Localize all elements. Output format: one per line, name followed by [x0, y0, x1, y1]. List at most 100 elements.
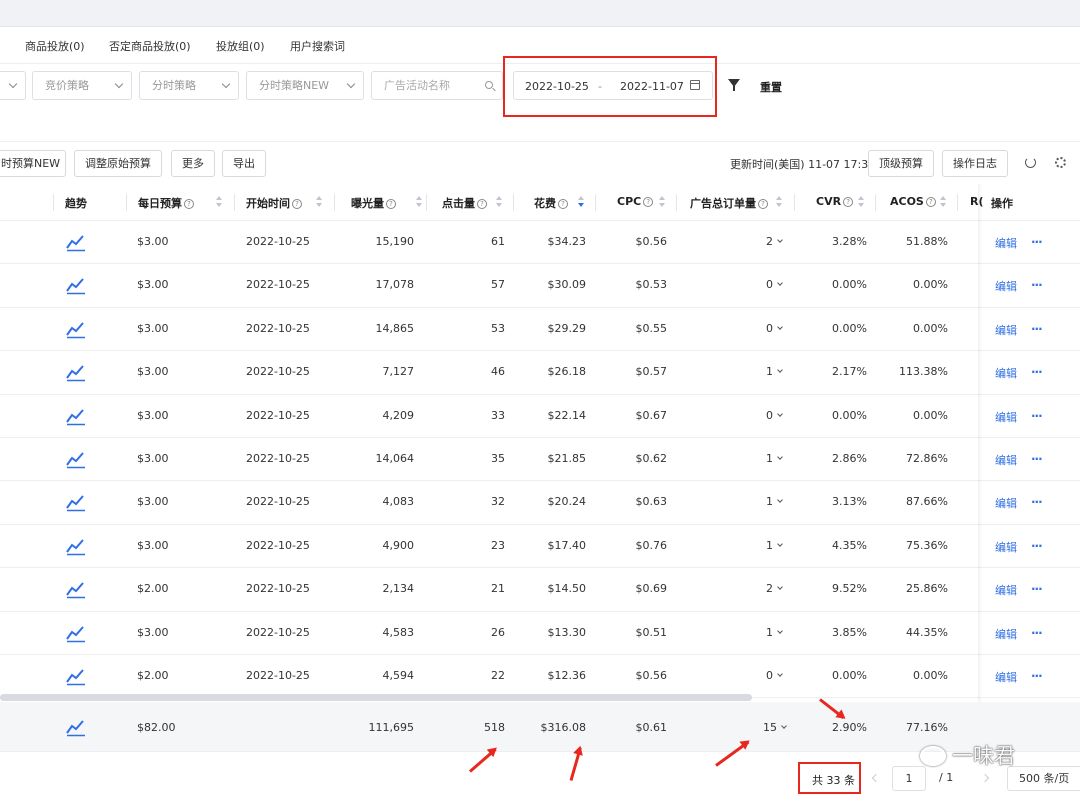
cell-orders[interactable]: 2 — [740, 235, 783, 248]
more-button[interactable]: 更多 — [171, 150, 215, 177]
edit-link[interactable]: 编辑 — [995, 669, 1017, 685]
trend-chart-icon[interactable] — [66, 579, 86, 599]
adjust-budget-button[interactable]: 调整原始预算 — [74, 150, 162, 177]
summary-orders[interactable]: 15 — [740, 721, 787, 734]
col-daily-budget[interactable]: 每日预算? — [138, 195, 194, 211]
edit-link[interactable]: 编辑 — [995, 582, 1017, 598]
export-button[interactable]: 导出 — [222, 150, 266, 177]
trend-chart-icon[interactable] — [66, 232, 86, 252]
trend-chart-icon[interactable] — [66, 536, 86, 556]
cell-orders[interactable]: 0 — [740, 278, 783, 291]
col-cvr[interactable]: CVR? — [816, 195, 854, 208]
col-total-orders[interactable]: 广告总订单量? — [690, 195, 768, 211]
tab-negative-product-targeting[interactable]: 否定商品投放(0) — [109, 38, 191, 54]
help-icon[interactable]: ? — [643, 197, 654, 207]
trend-chart-icon[interactable] — [66, 717, 86, 737]
help-icon[interactable]: ? — [558, 199, 568, 209]
help-icon[interactable]: ? — [386, 199, 396, 209]
more-actions-icon[interactable]: ··· — [1031, 452, 1043, 466]
help-icon[interactable]: ? — [843, 197, 854, 207]
cell-orders[interactable]: 1 — [740, 539, 783, 552]
sort-icon[interactable] — [776, 196, 783, 210]
edit-link[interactable]: 编辑 — [995, 365, 1017, 381]
help-icon[interactable]: ? — [477, 199, 487, 209]
tab-product-targeting[interactable]: 商品投放(0) — [25, 38, 85, 54]
trend-chart-icon[interactable] — [66, 492, 86, 512]
help-icon[interactable]: ? — [925, 197, 936, 207]
reset-button[interactable]: 重置 — [760, 79, 782, 95]
cell-orders[interactable]: 0 — [740, 669, 783, 682]
more-actions-icon[interactable]: ··· — [1031, 582, 1043, 596]
sort-icon[interactable] — [659, 196, 666, 210]
next-page-icon[interactable] — [980, 773, 990, 783]
cell-orders[interactable]: 1 — [740, 495, 783, 508]
edit-link[interactable]: 编辑 — [995, 235, 1017, 251]
col-spend[interactable]: 花费? — [534, 195, 568, 211]
trend-chart-icon[interactable] — [66, 449, 86, 469]
campaign-search-input[interactable]: 广告活动名称 — [371, 71, 503, 100]
sort-icon[interactable] — [416, 196, 423, 210]
sort-desc-icon[interactable] — [578, 196, 585, 210]
more-actions-icon[interactable]: ··· — [1031, 495, 1043, 509]
col-cpc[interactable]: CPC? — [617, 195, 654, 208]
edit-link[interactable]: 编辑 — [995, 322, 1017, 338]
edit-link[interactable]: 编辑 — [995, 409, 1017, 425]
sort-icon[interactable] — [940, 196, 947, 210]
col-impressions[interactable]: 曝光量? — [351, 195, 396, 211]
sort-icon[interactable] — [496, 196, 503, 210]
time-strategy-select[interactable]: 分时策略 — [139, 71, 239, 100]
bid-strategy-select[interactable]: 竞价策略 — [32, 71, 132, 100]
cell-orders[interactable]: 2 — [740, 582, 783, 595]
date-range-picker[interactable]: 2022-10-25 - 2022-11-07 — [513, 71, 713, 100]
trend-chart-icon[interactable] — [66, 406, 86, 426]
sort-icon[interactable] — [316, 196, 323, 210]
cut-off-select[interactable] — [0, 71, 26, 100]
more-actions-icon[interactable]: ··· — [1031, 235, 1043, 249]
help-icon[interactable]: ? — [184, 199, 194, 209]
edit-link[interactable]: 编辑 — [995, 626, 1017, 642]
col-start-time[interactable]: 开始时间? — [246, 195, 302, 211]
trend-chart-icon[interactable] — [66, 623, 86, 643]
cell-orders[interactable]: 1 — [740, 365, 783, 378]
col-acos[interactable]: ACOS? — [890, 195, 936, 208]
trend-chart-icon[interactable] — [66, 275, 86, 295]
calendar-icon[interactable] — [690, 80, 700, 90]
more-actions-icon[interactable]: ··· — [1031, 539, 1043, 553]
refresh-icon[interactable] — [1025, 157, 1036, 168]
time-strategy-new-select[interactable]: 分时策略NEW — [246, 71, 364, 100]
cell-orders[interactable]: 0 — [740, 322, 783, 335]
prev-page-icon[interactable] — [871, 773, 881, 783]
edit-link[interactable]: 编辑 — [995, 452, 1017, 468]
horizontal-scrollbar[interactable] — [0, 694, 752, 701]
cell-orders[interactable]: 1 — [740, 452, 783, 465]
edit-link[interactable]: 编辑 — [995, 495, 1017, 511]
sort-icon[interactable] — [858, 196, 865, 210]
trend-chart-icon[interactable] — [66, 319, 86, 339]
trend-chart-icon[interactable] — [66, 666, 86, 686]
time-budget-new-button[interactable]: 时预算NEW — [0, 150, 66, 177]
tab-search-terms[interactable]: 用户搜索词 — [290, 38, 345, 54]
more-actions-icon[interactable]: ··· — [1031, 322, 1043, 336]
more-actions-icon[interactable]: ··· — [1031, 626, 1043, 640]
help-icon[interactable]: ? — [292, 199, 302, 209]
help-icon[interactable]: ? — [758, 199, 768, 209]
operation-log-button[interactable]: 操作日志 — [942, 150, 1008, 177]
filter-icon[interactable] — [728, 79, 740, 91]
tab-targeting-group[interactable]: 投放组(0) — [216, 38, 265, 54]
cell-orders[interactable]: 1 — [740, 626, 783, 639]
edit-link[interactable]: 编辑 — [995, 539, 1017, 555]
page-size-select[interactable]: 500 条/页 — [1007, 766, 1080, 791]
trend-chart-icon[interactable] — [66, 362, 86, 382]
sort-icon[interactable] — [216, 196, 223, 210]
top-budget-button[interactable]: 顶级预算 — [868, 150, 934, 177]
settings-icon[interactable] — [1055, 157, 1066, 168]
col-clicks[interactable]: 点击量? — [442, 195, 487, 211]
more-actions-icon[interactable]: ··· — [1031, 365, 1043, 379]
page-number-input[interactable]: 1 — [892, 766, 926, 791]
date-end[interactable]: 2022-11-07 — [620, 80, 684, 93]
cell-orders[interactable]: 0 — [740, 409, 783, 422]
more-actions-icon[interactable]: ··· — [1031, 669, 1043, 683]
date-start[interactable]: 2022-10-25 — [525, 80, 589, 93]
edit-link[interactable]: 编辑 — [995, 278, 1017, 294]
more-actions-icon[interactable]: ··· — [1031, 278, 1043, 292]
